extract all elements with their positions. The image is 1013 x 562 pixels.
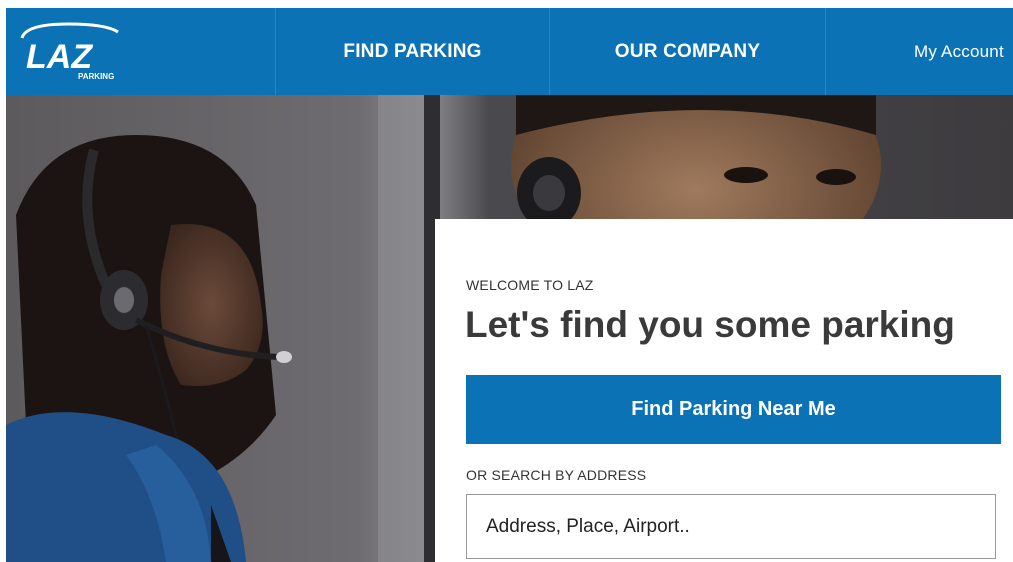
find-parking-near-me-button[interactable]: Find Parking Near Me bbox=[466, 375, 1001, 444]
welcome-label: WELCOME TO LAZ bbox=[466, 277, 594, 293]
hero-headline: Let's find you some parking bbox=[465, 304, 955, 345]
logo-subtext: PARKING bbox=[78, 72, 114, 81]
logo-text: LAZ bbox=[26, 38, 93, 76]
address-search-input[interactable] bbox=[466, 494, 996, 559]
search-by-address-label: OR SEARCH BY ADDRESS bbox=[466, 467, 647, 483]
top-nav: LAZ PARKING FIND PARKING OUR COMPANY My … bbox=[6, 8, 1013, 95]
nav-find-parking[interactable]: FIND PARKING bbox=[276, 8, 549, 95]
nav-my-account[interactable]: My Account bbox=[914, 8, 1013, 95]
browser-viewport: LAZ PARKING FIND PARKING OUR COMPANY My … bbox=[6, 8, 1013, 562]
search-card: WELCOME TO LAZ Let's find you some parki… bbox=[435, 219, 1013, 562]
nav-divider bbox=[825, 8, 826, 95]
laz-logo[interactable]: LAZ PARKING bbox=[6, 8, 276, 95]
nav-our-company[interactable]: OUR COMPANY bbox=[550, 8, 825, 95]
